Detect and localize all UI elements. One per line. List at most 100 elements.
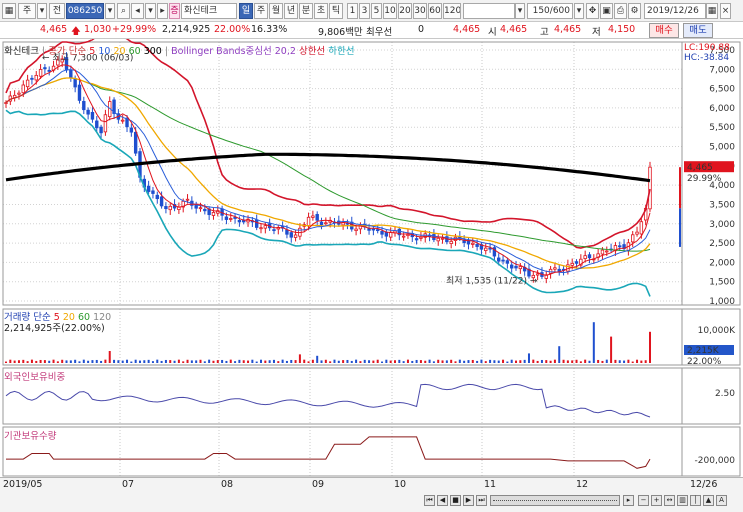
period-tick[interactable]: 틱 <box>329 3 343 19</box>
volume-bar <box>640 360 643 363</box>
text-a-icon[interactable]: A <box>716 495 727 506</box>
scroll-first-icon[interactable]: ⏮ <box>424 495 435 506</box>
scroll-right-icon[interactable]: ▸ <box>623 495 634 506</box>
interval-1[interactable]: 1 <box>347 3 358 19</box>
candle-body <box>237 219 242 223</box>
period-month[interactable]: 월 <box>269 3 283 19</box>
buy-button[interactable]: 매수 <box>649 23 679 38</box>
x-axis-bar: 2019/05 07 08 09 10 11 12 12/26 ⏮ ◀ ■ ▶ … <box>0 477 743 512</box>
volume-bar <box>636 359 639 363</box>
quote-change: 1,030 <box>84 24 112 35</box>
ma300-line <box>5 152 651 183</box>
dropdown-icon[interactable]: ▾ <box>37 3 47 19</box>
prev-icon[interactable]: ◂ <box>131 3 144 19</box>
period-minute[interactable]: 분 <box>299 3 313 19</box>
candle-body <box>475 244 479 247</box>
candle-body <box>293 234 298 238</box>
period-second[interactable]: 초 <box>314 3 328 19</box>
interval-input[interactable] <box>463 3 515 19</box>
arrow-up-icon[interactable]: ▲ <box>703 495 714 506</box>
volume-bar <box>298 354 301 363</box>
volume-bar <box>225 360 228 363</box>
favorite-icon[interactable]: 증 <box>169 3 180 19</box>
interval-30[interactable]: 30 <box>413 3 427 19</box>
candle-body <box>272 229 276 232</box>
settings-icon[interactable]: ⚙ <box>628 3 641 19</box>
next-icon[interactable]: ▸ <box>157 3 168 19</box>
legend-sep: | <box>42 46 46 57</box>
volume-bar <box>242 360 245 363</box>
zoom-in-icon[interactable]: + <box>651 495 662 506</box>
volume-bar <box>17 360 20 363</box>
save-icon[interactable]: ▣ <box>600 3 613 19</box>
institution-panel <box>6 436 651 469</box>
scroll-last-icon[interactable]: ⏭ <box>476 495 487 506</box>
volume-bar <box>519 360 522 363</box>
period-year[interactable]: 년 <box>284 3 298 19</box>
volume-bar <box>35 360 38 363</box>
grid-icon[interactable]: ▦ <box>2 3 16 19</box>
volume-bar <box>78 361 81 363</box>
quote-price: 4,465 <box>40 24 68 35</box>
y-axes: 7,5007,0006,5006,0005,5005,0004,5004,000… <box>679 46 736 466</box>
candle-body <box>639 221 644 235</box>
interval-5[interactable]: 5 <box>371 3 382 19</box>
scrollbar-thumb[interactable] <box>493 500 617 501</box>
volume-bar <box>437 359 440 363</box>
search-icon[interactable]: ⌕ <box>117 3 130 19</box>
volume-bar <box>108 351 111 363</box>
volume-bar <box>467 360 470 363</box>
period-week[interactable]: 주 <box>254 3 268 19</box>
scroll-prev-icon[interactable]: ◀ <box>437 495 448 506</box>
volume-bar <box>406 359 409 363</box>
calendar-icon[interactable]: ▦ <box>706 3 718 19</box>
tab-ju[interactable]: 주 <box>18 3 36 19</box>
interval-3[interactable]: 3 <box>359 3 370 19</box>
interval-60[interactable]: 60 <box>428 3 442 19</box>
volume-bar <box>350 360 353 363</box>
scroll-stop-icon[interactable]: ■ <box>450 495 461 506</box>
sell-button[interactable]: 매도 <box>683 23 713 38</box>
volume-pct-text: 22.00% <box>687 357 722 367</box>
legend-ma5: 5 <box>89 46 96 57</box>
scrollbar-track[interactable] <box>490 495 620 506</box>
candle-body <box>77 84 82 101</box>
zoom-reset-icon[interactable]: ↔ <box>664 495 675 506</box>
date-field[interactable]: 2019/12/26 <box>644 3 706 19</box>
chart-area[interactable]: ← 최고 7,300 (06/03)최저 1,535 (11/22) → 7,5… <box>0 39 743 477</box>
price-tick-8: 3,500 <box>709 200 735 210</box>
print-icon[interactable]: ⎙ <box>614 3 627 19</box>
volume-bar <box>393 360 396 363</box>
divider-icon[interactable]: │ <box>690 495 701 506</box>
period-day[interactable]: 일 <box>239 3 253 19</box>
candle-body <box>440 237 445 240</box>
interval-10[interactable]: 10 <box>383 3 397 19</box>
foreign-line <box>5 383 651 418</box>
stock-code-input[interactable]: 086250 <box>66 3 104 19</box>
zoom-out-icon[interactable]: − <box>638 495 649 506</box>
code-dropdown-icon[interactable]: ▾ <box>105 3 115 19</box>
chart-type-icon[interactable]: ▥ <box>677 495 688 506</box>
interval-dropdown-icon[interactable]: ▾ <box>515 3 525 19</box>
candle-body <box>319 221 324 226</box>
count-dropdown-icon[interactable]: ▾ <box>574 3 584 19</box>
volume-bar <box>190 360 193 363</box>
count-field[interactable]: 150/600 <box>527 3 573 19</box>
candle-body <box>21 84 25 94</box>
zoom-icon[interactable]: ✥ <box>586 3 599 19</box>
candle-body <box>146 185 151 192</box>
volume-bar <box>43 360 46 363</box>
tab-jeon[interactable]: 전 <box>49 3 65 19</box>
volume-bar <box>91 360 94 363</box>
legend-lower: 하한선 <box>328 46 355 57</box>
interval-120[interactable]: 120 <box>443 3 461 19</box>
candle-body <box>384 231 389 237</box>
volume-bar <box>454 361 457 363</box>
legend-close: 종가 단순 <box>48 46 87 57</box>
interval-20[interactable]: 20 <box>398 3 412 19</box>
list-dropdown-icon[interactable]: ▾ <box>145 3 156 19</box>
volume-bar <box>376 359 379 363</box>
scroll-next-icon[interactable]: ▶ <box>463 495 474 506</box>
window-close-icon[interactable]: × <box>720 3 731 19</box>
volume-bar <box>303 359 306 363</box>
